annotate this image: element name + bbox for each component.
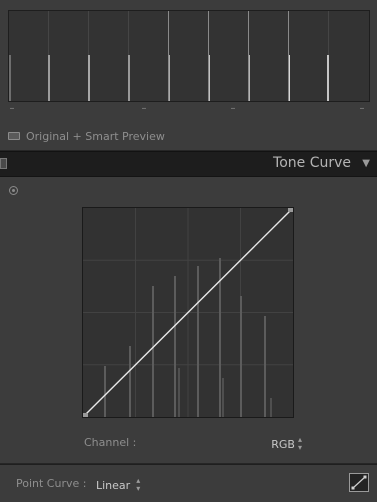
histogram-bar xyxy=(208,11,209,101)
smart-preview-icon xyxy=(8,132,20,140)
tone-curve-svg xyxy=(83,208,293,417)
tone-curve-header[interactable]: Tone Curve ▼ xyxy=(0,151,377,177)
histogram-bar xyxy=(128,55,130,101)
point-curve-select[interactable]: Linear ▴ ▾ xyxy=(96,477,140,493)
histogram-bar xyxy=(48,55,50,101)
point-curve-value: Linear xyxy=(96,478,131,492)
histogram-tick: – xyxy=(230,103,236,114)
tone-curve-graph[interactable] xyxy=(82,207,294,418)
channel-select[interactable]: RGB ▴ ▾ xyxy=(271,436,302,452)
histogram-bar xyxy=(9,55,11,101)
up-down-arrows-icon: ▴ ▾ xyxy=(136,476,141,493)
panel-switch-icon[interactable] xyxy=(0,158,7,169)
histogram-panel: – – – – Original + Smart Preview xyxy=(0,0,377,150)
edit-curve-glyph xyxy=(351,475,367,490)
smart-preview-status[interactable]: Original + Smart Preview xyxy=(8,128,165,144)
histogram-bar xyxy=(168,11,169,101)
histogram-bar xyxy=(88,55,90,101)
target-adjustment-icon[interactable] xyxy=(9,186,18,195)
triangle-down-icon[interactable]: ▼ xyxy=(362,157,370,171)
histogram-tick: – xyxy=(359,103,365,114)
curve-point-white[interactable] xyxy=(288,208,293,212)
channel-label: Channel : xyxy=(84,436,137,449)
histogram-tick: – xyxy=(141,103,147,114)
tone-curve-panel: Channel : RGB ▴ ▾ xyxy=(0,177,377,463)
histogram-bar xyxy=(327,55,329,101)
smart-preview-label: Original + Smart Preview xyxy=(26,129,165,143)
histogram[interactable] xyxy=(8,10,370,102)
histogram-bar xyxy=(248,11,249,101)
point-curve-edit-icon[interactable] xyxy=(349,473,369,492)
histogram-tick: – xyxy=(9,103,15,114)
point-curve-label: Point Curve : xyxy=(16,477,87,490)
curve-histogram-bright xyxy=(178,368,272,417)
channel-value: RGB xyxy=(271,437,295,451)
histogram-bar xyxy=(288,11,289,101)
channel-row: Channel : RGB ▴ ▾ xyxy=(84,436,306,452)
histogram-ticks: – – – – xyxy=(8,104,370,114)
point-curve-footer: Point Curve : Linear ▴ ▾ xyxy=(0,464,377,502)
panel-title: Tone Curve xyxy=(273,155,351,171)
up-down-arrows-icon: ▴ ▾ xyxy=(297,435,302,452)
curve-point-black[interactable] xyxy=(83,413,88,417)
